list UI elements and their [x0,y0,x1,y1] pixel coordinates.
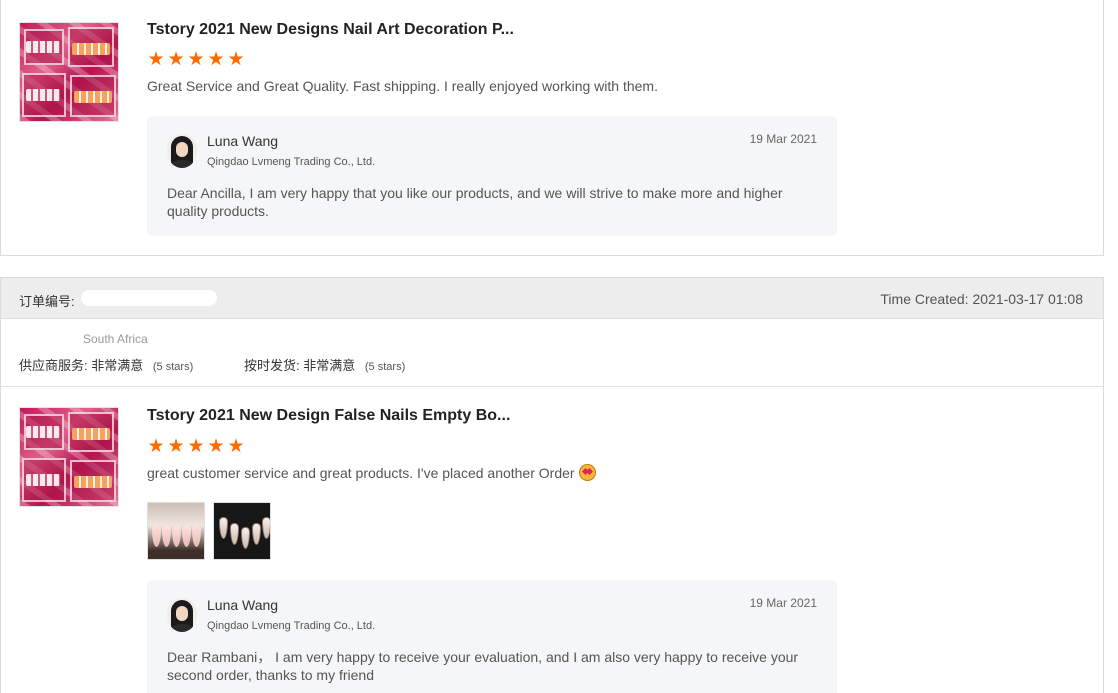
review-text: Great Service and Great Quality. Fast sh… [147,78,658,94]
order-time-created: Time Created: 2021-03-17 01:08 [880,291,1083,307]
product-thumbnail[interactable] [19,22,119,122]
review-photo[interactable] [213,502,271,560]
order-number-redacted [81,290,217,306]
star-icon: ★ [147,48,165,70]
reply-author-name: Luna Wang [207,133,279,149]
review-text-wrap: great customer service and great product… [147,464,596,481]
product-title[interactable]: Tstory 2021 New Designs Nail Art Decorat… [147,21,514,39]
star-struck-emoji-icon [578,464,596,481]
star-icon: ★ [187,48,205,70]
order-number-label: 订单编号: [19,294,75,309]
divider [1,386,1103,387]
reply-date: 19 Mar 2021 [749,132,817,146]
on-time-label: 按时发货: [244,358,300,373]
product-title[interactable]: Tstory 2021 New Design False Nails Empty… [147,407,510,425]
avatar [167,598,197,632]
reply-company: Qingdao Lvmeng Trading Co., Ltd. [207,156,376,168]
reply-author-name: Luna Wang [207,597,279,613]
order-header: 订单编号: Time Created: 2021-03-17 01:08 [1,278,1103,319]
star-rating: ★ ★ ★ ★ ★ [147,48,245,70]
star-icon: ★ [167,435,185,457]
order-card: 订单编号: Time Created: 2021-03-17 01:08 Sou… [0,277,1104,693]
star-icon: ★ [187,435,205,457]
star-icon: ★ [227,435,245,457]
on-time-shipping-rating: 按时发货: 非常满意 (5 stars) [244,355,405,374]
supplier-service-label: 供应商服务: [19,358,88,373]
review-text: great customer service and great product… [147,465,575,481]
product-thumbnail[interactable] [19,407,119,507]
reply-text: Dear Rambani， I am very happy to receive… [167,649,799,683]
reply-date: 19 Mar 2021 [749,596,817,610]
on-time-stars: (5 stars) [364,361,406,373]
on-time-value: 非常满意 [303,358,356,373]
review-card: Tstory 2021 New Designs Nail Art Decorat… [0,0,1104,256]
seller-reply: Luna Wang Qingdao Lvmeng Trading Co., Lt… [147,580,837,693]
star-rating: ★ ★ ★ ★ ★ [147,435,245,457]
review-photo[interactable] [147,502,205,560]
supplier-service-value: 非常满意 [91,358,144,373]
reply-text: Dear Ancilla, I am very happy that you l… [167,185,783,219]
star-icon: ★ [227,48,245,70]
supplier-service-stars: (5 stars) [152,361,194,373]
avatar [167,134,197,168]
star-icon: ★ [207,435,225,457]
star-icon: ★ [167,48,185,70]
buyer-country: South Africa [83,332,148,346]
star-icon: ★ [147,435,165,457]
supplier-service-rating: 供应商服务: 非常满意 (5 stars) [19,355,193,374]
star-icon: ★ [207,48,225,70]
seller-reply: Luna Wang Qingdao Lvmeng Trading Co., Lt… [147,116,837,236]
reply-company: Qingdao Lvmeng Trading Co., Ltd. [207,620,376,632]
